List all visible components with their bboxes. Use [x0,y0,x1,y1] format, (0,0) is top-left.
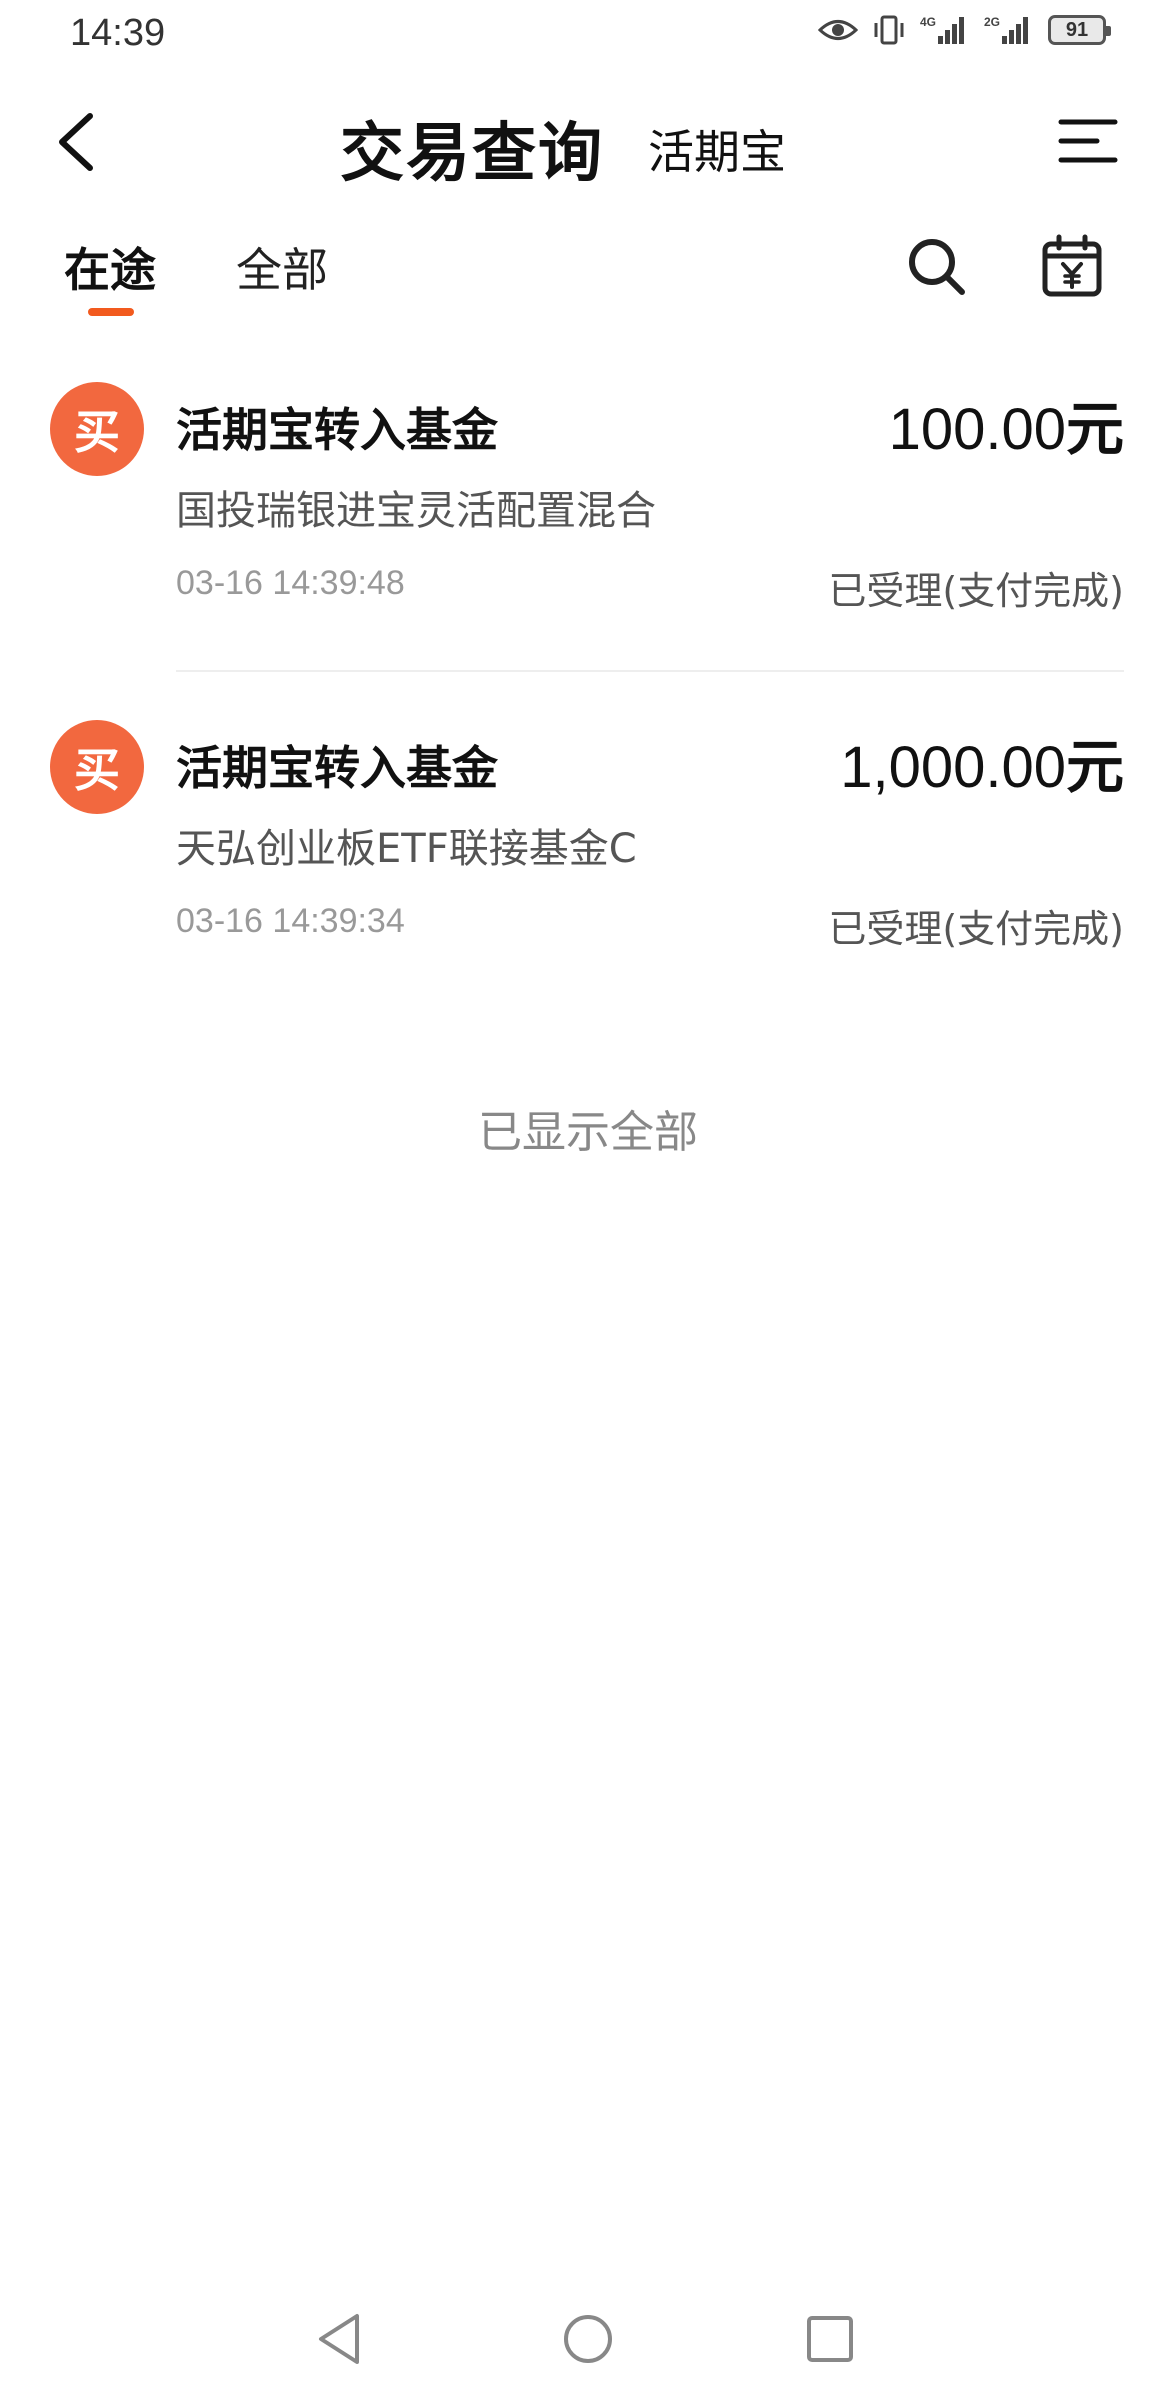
transaction-title: 活期宝转入基金 [176,741,498,795]
transaction-amount-unit: 元 [1065,395,1124,463]
status-time: 14:39 [70,12,166,54]
nav-recents-button[interactable] [790,2304,870,2374]
search-icon [909,239,965,295]
transaction-fund-name: 天弘创业板ETF联接基金C [176,826,637,872]
transaction-title: 活期宝转入基金 [176,403,498,457]
active-tab-indicator [88,308,134,316]
header: 交易查询 活期宝 [0,82,1176,202]
back-button[interactable] [36,102,116,182]
svg-text:4G: 4G [920,15,936,29]
page-subtitle: 活期宝 [648,125,786,179]
transaction-status: 已受理(支付完成) [828,569,1124,613]
tab-in-transit[interactable]: 在途 [64,234,156,300]
eye-icon [818,20,858,40]
nav-home-icon [564,2315,612,2363]
transaction-amount-value: 1,000.00 [840,735,1066,800]
battery-level: 91 [1065,19,1089,41]
status-bar: 14:39 4G 2G 91 [0,0,1176,72]
transaction-amount: 1,000.00元 [840,720,1124,804]
transaction-amount-value: 100.00 [888,397,1066,462]
buy-badge: 买 [50,382,144,476]
svg-text:2G: 2G [984,15,1000,29]
transaction-status: 已受理(支付完成) [828,907,1124,951]
chevron-left-icon [59,113,93,171]
nav-home-button[interactable] [548,2304,628,2374]
status-icons: 4G 2G 91 [818,14,1111,46]
transaction-item[interactable]: 买 活期宝转入基金 1,000.00元 天弘创业板ETF联接基金C 03-16 … [0,698,1176,998]
nav-back-icon [319,2314,359,2364]
transaction-time: 03-16 14:39:34 [176,902,405,940]
transaction-amount-unit: 元 [1065,733,1124,801]
transaction-item[interactable]: 买 活期宝转入基金 100.00元 国投瑞银进宝灵活配置混合 03-16 14:… [0,360,1176,660]
calendar-button[interactable] [1032,226,1112,306]
list-divider [176,670,1124,672]
nav-recents-icon [807,2316,853,2362]
system-nav-bar [0,2300,1176,2380]
buy-badge: 买 [50,720,144,814]
battery-icon: 91 [1048,15,1111,45]
end-of-list-hint: 已显示全部 [478,1107,698,1158]
buy-badge-text: 买 [74,743,120,797]
signal-4g-icon: 4G [920,15,964,44]
page-title: 交易查询 [340,117,604,191]
tab-all[interactable]: 全部 [236,234,328,300]
tab-bar: 在途 全部 [0,222,1176,322]
search-button[interactable] [896,226,976,306]
transaction-amount: 100.00元 [889,382,1124,466]
menu-button[interactable] [1048,106,1128,176]
buy-badge-text: 买 [74,405,120,459]
calendar-yen-icon [1042,234,1102,297]
vibrate-icon [874,15,904,45]
transaction-time: 03-16 14:39:48 [176,564,405,602]
menu-icon [1058,119,1118,163]
nav-back-button[interactable] [300,2304,380,2374]
signal-2g-icon: 2G [984,15,1028,44]
transaction-fund-name: 国投瑞银进宝灵活配置混合 [176,488,656,534]
